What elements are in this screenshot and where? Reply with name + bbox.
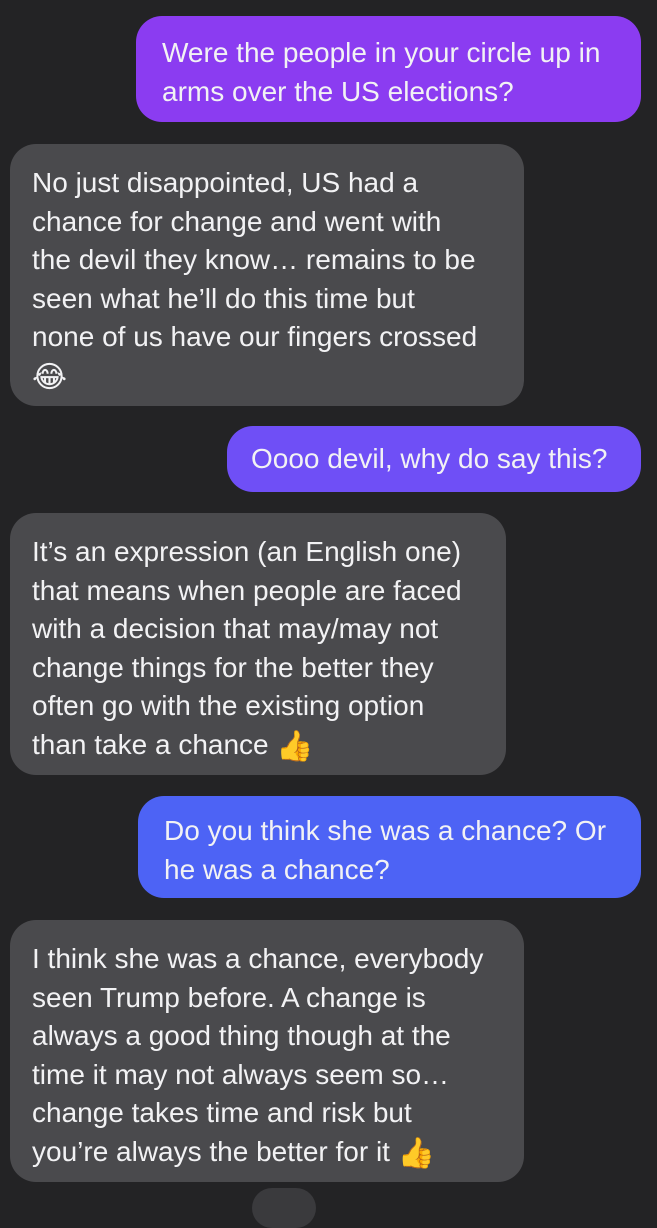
message-text: It’s an expression (an English one) that… [32,536,462,760]
message-text: I think she was a chance, everybody seen… [32,943,484,1167]
message-text: Do you think she was a chance? Or he was… [164,815,607,885]
received-message-bubble[interactable]: It’s an expression (an English one) that… [10,513,506,775]
received-message-bubble[interactable]: No just disappointed, US had a chance fo… [10,144,524,406]
message-text: No just disappointed, US had a chance fo… [32,167,478,352]
sent-message-bubble[interactable]: Were the people in your circle up in arm… [136,16,641,122]
message-text: Were the people in your circle up in arm… [162,37,601,107]
thumbs-up-emoji-icon: 👍 [397,1135,436,1171]
message-text: Oooo devil, why do say this? [251,443,608,474]
partial-message-bubble [252,1188,316,1228]
tears-of-joy-emoji-icon: 😂 [32,359,68,395]
received-message-bubble[interactable]: I think she was a chance, everybody seen… [10,920,524,1182]
sent-message-bubble[interactable]: Do you think she was a chance? Or he was… [138,796,641,898]
thumbs-up-emoji-icon: 👍 [276,728,314,764]
sent-message-bubble[interactable]: Oooo devil, why do say this? [227,426,641,492]
